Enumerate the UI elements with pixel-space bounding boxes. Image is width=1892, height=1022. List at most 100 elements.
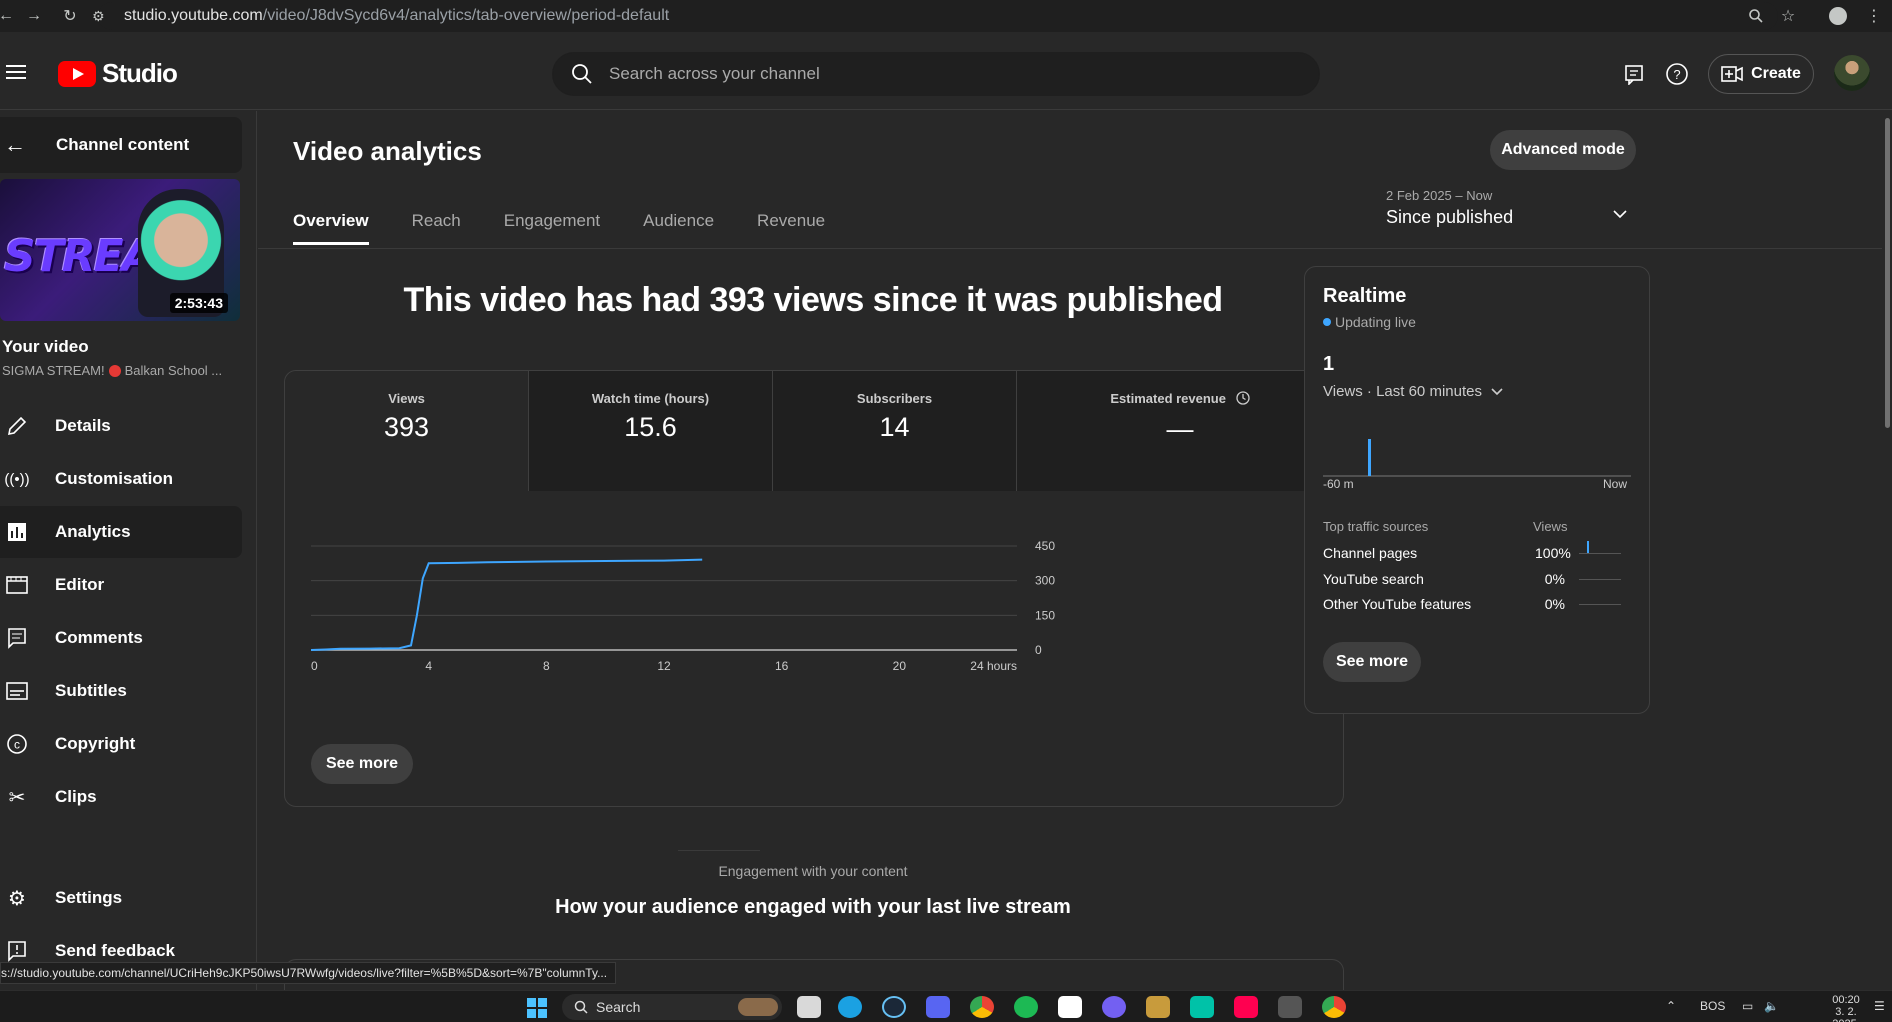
steam-icon[interactable]	[882, 996, 906, 1018]
taskbar-search-label: Search	[596, 999, 641, 1015]
tiktok-icon[interactable]	[1234, 996, 1258, 1018]
period-range: 2 Feb 2025 – Now	[1386, 188, 1493, 203]
tray-chevron-up-icon[interactable]: ⌃	[1666, 999, 1676, 1013]
viber-icon[interactable]	[1102, 996, 1126, 1018]
back-icon[interactable]: ←	[0, 4, 18, 28]
feedback-messages-icon[interactable]	[1620, 60, 1648, 88]
discord-icon[interactable]	[926, 996, 950, 1018]
notification-icon[interactable]: ☰	[1874, 999, 1885, 1013]
engagement-section-label: Engagement with your content	[718, 863, 908, 879]
channel-content-back-button[interactable]: ← Channel content	[0, 117, 242, 173]
views-line-chart: 450 300 150 0 0 4 8 12 16 20 24 hours	[311, 539, 1055, 673]
browser-toolbar: ← → ↻ ⚙ studio.youtube.com/video/J8dvSyc…	[0, 0, 1892, 32]
sidebar-item-details[interactable]: Details	[0, 400, 242, 452]
metric-watch-time[interactable]: Watch time (hours) 15.6	[529, 371, 773, 491]
metric-label-text: Estimated revenue	[1110, 391, 1226, 406]
help-icon[interactable]: ?	[1663, 60, 1691, 88]
metric-value: 393	[383, 412, 430, 442]
sidebar-item-subtitles[interactable]: Subtitles	[0, 665, 242, 717]
windows-start-icon[interactable]	[527, 998, 547, 1018]
search-bar[interactable]	[552, 52, 1320, 96]
site-info-icon[interactable]: ⚙	[92, 8, 112, 25]
sidebar-item-label: Clips	[55, 787, 97, 806]
avatar[interactable]	[1834, 55, 1870, 91]
hamburger-menu-icon[interactable]	[6, 62, 28, 82]
spotify-icon[interactable]	[1014, 996, 1038, 1018]
svg-text:?: ?	[1673, 67, 1680, 82]
profile-icon[interactable]	[1826, 4, 1850, 28]
sidebar-item-comments[interactable]: Comments	[0, 612, 242, 664]
realtime-card: Realtime Updating live 1 Views · Last 60…	[1304, 266, 1650, 714]
tab-engagement[interactable]: Engagement	[504, 199, 600, 243]
file-explorer-icon[interactable]	[797, 996, 821, 1018]
period-selector[interactable]: 2 Feb 2025 – Now Since published	[1386, 188, 1627, 228]
minecraft-icon[interactable]	[1278, 996, 1302, 1018]
gear-icon: ⚙	[8, 887, 26, 910]
url-host: studio.youtube.com	[124, 7, 263, 24]
create-button[interactable]: Create	[1708, 54, 1814, 94]
metric-estimated-revenue[interactable]: Estimated revenue —	[1017, 371, 1343, 491]
chrome-active-icon[interactable]	[1322, 996, 1346, 1018]
league-icon[interactable]	[1146, 996, 1170, 1018]
clock-date: 3. 2. 2025.	[1832, 1006, 1860, 1022]
y-tick-label: 0	[1035, 643, 1042, 657]
metric-views[interactable]: Views 393	[285, 371, 529, 491]
realtime-see-more-button[interactable]: See more	[1323, 642, 1421, 682]
video-thumbnail[interactable]: STREAM 2:53:43	[0, 179, 240, 321]
source-bar	[1579, 540, 1621, 554]
sidebar-item-label: Customisation	[55, 469, 174, 488]
page-title: Video analytics	[293, 136, 482, 166]
taskbar-search[interactable]: Search	[562, 994, 782, 1020]
metric-label: Watch time (hours)	[591, 391, 710, 406]
realtime-count: 1	[1323, 353, 1335, 375]
edge-icon[interactable]	[838, 996, 862, 1018]
forward-icon[interactable]: →	[22, 4, 46, 28]
reload-icon[interactable]: ↻	[58, 4, 82, 28]
back-label: Channel content	[56, 135, 190, 154]
metric-value: 15.6	[624, 412, 677, 442]
sidebar-item-clips[interactable]: ✂ Clips	[0, 771, 242, 823]
clock[interactable]: 00:20 3. 2. 2025.	[1822, 994, 1870, 1022]
browser-menu-icon[interactable]: ⋮	[1862, 4, 1886, 28]
realtime-period-selector[interactable]: Views · Last 60 minutes	[1323, 383, 1504, 400]
address-bar[interactable]: ⚙ studio.youtube.com/video/J8dvSycd6v4/a…	[92, 2, 1778, 30]
search-input[interactable]	[609, 64, 1209, 84]
views-headline: This video has had 393 views since it wa…	[403, 281, 1223, 319]
video-title[interactable]: SIGMA STREAM! Balkan School ...	[2, 363, 222, 378]
tab-overview[interactable]: Overview	[293, 199, 369, 245]
metric-subscribers[interactable]: Subscribers 14	[773, 371, 1017, 491]
sidebar-item-editor[interactable]: Editor	[0, 559, 242, 611]
game-app-icon[interactable]	[1190, 996, 1214, 1018]
see-more-button[interactable]: See more	[311, 744, 413, 784]
scrollbar-thumb[interactable]	[1885, 118, 1890, 428]
tab-revenue[interactable]: Revenue	[757, 199, 825, 243]
zoom-icon[interactable]	[1744, 4, 1768, 28]
sidebar-item-analytics[interactable]: Analytics	[0, 506, 242, 558]
section-divider	[678, 850, 760, 851]
overview-card: Views 393 Watch time (hours) 15.6 Subscr…	[284, 370, 1344, 807]
chrome-icon[interactable]	[970, 996, 994, 1018]
language-indicator[interactable]: BOS	[1700, 999, 1725, 1013]
spark-axis-start: -60 m	[1323, 477, 1354, 491]
traffic-sources-header: Top traffic sources	[1323, 519, 1429, 534]
realtime-sparkline	[1323, 439, 1631, 477]
search-highlight-icon	[738, 998, 778, 1016]
metric-value: 14	[879, 412, 910, 442]
studio-logo[interactable]: Studio	[58, 58, 178, 89]
volume-icon[interactable]: 🔈	[1764, 999, 1779, 1013]
advanced-mode-button[interactable]: Advanced mode	[1490, 130, 1636, 170]
windows-taskbar: Search ⌃ BOS ▭ 🔈 00:20 3. 2. 2025. ☰	[0, 990, 1892, 1022]
sidebar-item-settings[interactable]: ⚙ Settings	[0, 872, 242, 924]
sidebar-item-customisation[interactable]: ((•)) Customisation	[0, 453, 242, 505]
tab-reach[interactable]: Reach	[412, 199, 461, 243]
scrollbar[interactable]	[1882, 112, 1892, 990]
tab-audience[interactable]: Audience	[643, 199, 714, 243]
source-percent: 0%	[1544, 571, 1565, 587]
source-name: YouTube search	[1323, 571, 1424, 587]
search-icon	[572, 64, 592, 84]
capcut-icon[interactable]	[1058, 996, 1082, 1018]
sidebar-item-copyright[interactable]: c Copyright	[0, 718, 242, 770]
bookmark-star-icon[interactable]: ☆	[1776, 4, 1800, 28]
source-bar-fill	[1587, 540, 1589, 553]
network-icon[interactable]: ▭	[1742, 999, 1753, 1013]
